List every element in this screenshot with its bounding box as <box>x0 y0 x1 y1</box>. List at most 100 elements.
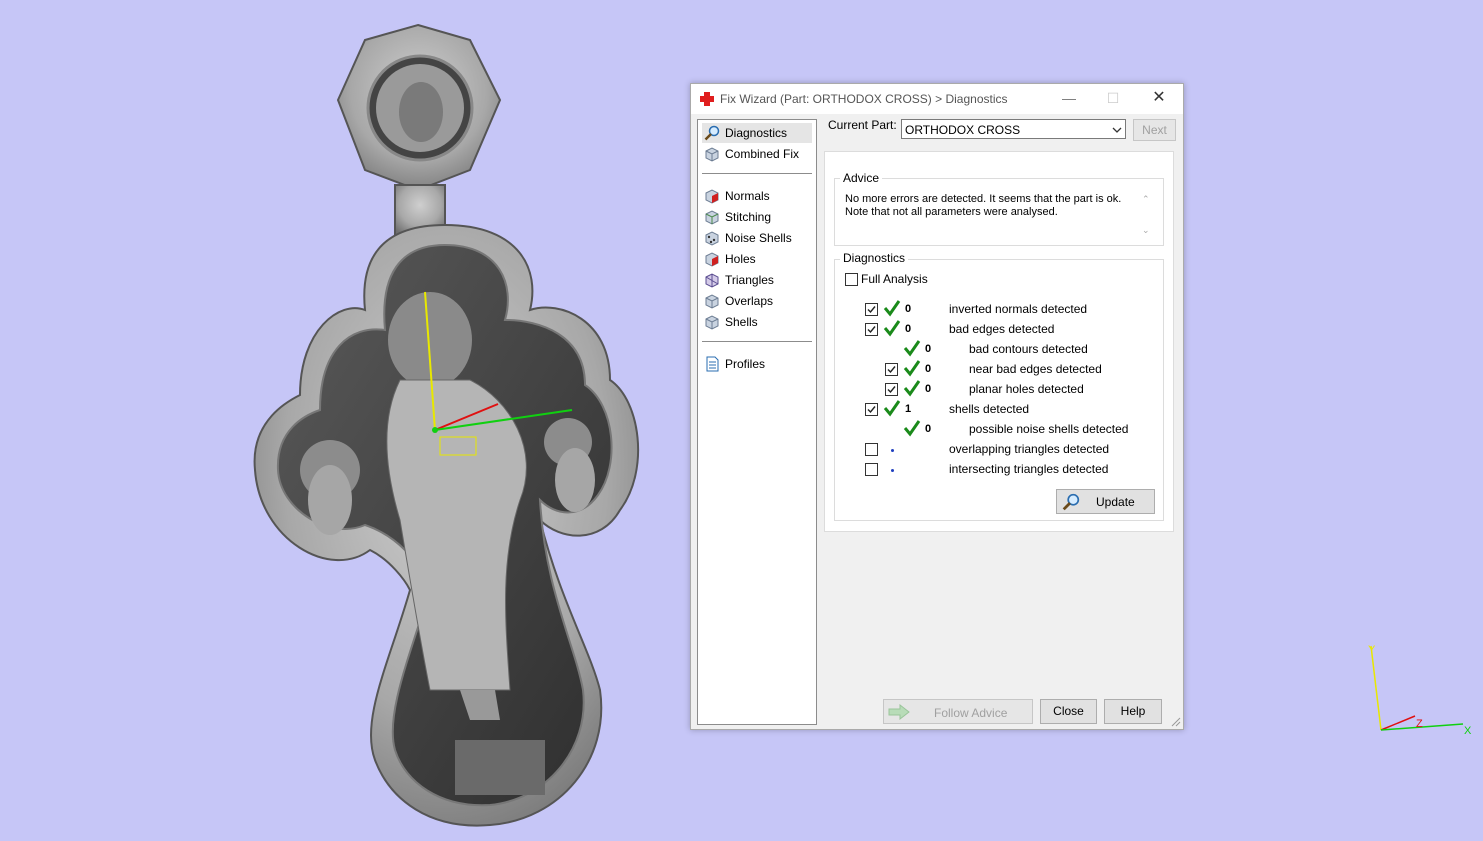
title-bar[interactable]: Fix Wizard (Part: ORTHODOX CROSS) > Diag… <box>691 84 1183 114</box>
nav-separator <box>702 173 812 174</box>
minimize-button[interactable]: — <box>1047 84 1091 114</box>
not-analysed-dot-icon <box>891 469 894 472</box>
shells-checkbox[interactable] <box>865 403 878 416</box>
planar-holes-label: planar holes detected <box>969 382 1084 396</box>
checkmark-icon <box>867 406 876 414</box>
green-check-icon <box>883 400 901 417</box>
bad-edges-checkbox[interactable] <box>865 323 878 336</box>
nav-item-overlaps[interactable]: Overlaps <box>702 291 812 311</box>
next-button[interactable]: Next <box>1133 119 1176 141</box>
near-bad-edges-label: near bad edges detected <box>969 362 1102 376</box>
advice-line-1: No more errors are detected. It seems th… <box>845 193 1122 205</box>
nav-item-profiles[interactable]: Profiles <box>702 354 812 374</box>
nav-label: Holes <box>725 252 756 266</box>
resize-grip-icon[interactable] <box>1171 717 1181 727</box>
shells-label: shells detected <box>949 402 1030 416</box>
noise-shells-icon <box>705 231 719 246</box>
checkmark-icon <box>867 326 876 334</box>
noise-shells-label: possible noise shells detected <box>969 422 1129 436</box>
green-check-icon <box>883 300 901 317</box>
close-button[interactable]: Close <box>1040 699 1097 724</box>
nav-label: Stitching <box>725 210 772 224</box>
diagnostics-group-title: Diagnostics <box>840 251 909 265</box>
noise-shells-count: 0 <box>925 423 932 435</box>
chevron-down-icon <box>1112 127 1122 133</box>
checkmark-icon <box>867 306 876 314</box>
full-analysis-label: Full Analysis <box>861 272 928 286</box>
bad-edges-label: bad edges detected <box>949 322 1055 336</box>
fix-wizard-dialog: Fix Wizard (Part: ORTHODOX CROSS) > Diag… <box>690 83 1184 730</box>
stitching-cube-icon <box>705 210 719 225</box>
axis-y-label: Y <box>1368 644 1376 656</box>
overlaps-cube-icon <box>705 294 719 309</box>
nav-item-shells[interactable]: Shells <box>702 312 812 332</box>
checkmark-icon <box>887 366 896 374</box>
nav-separator <box>702 341 812 342</box>
follow-advice-label: Follow Advice <box>934 706 1008 720</box>
nav-item-holes[interactable]: Holes <box>702 249 812 269</box>
green-check-icon <box>903 340 921 357</box>
update-button[interactable]: Update <box>1056 489 1155 514</box>
bad-contours-label: bad contours detected <box>969 342 1088 356</box>
near-bad-edges-checkbox[interactable] <box>885 363 898 376</box>
nav-item-diagnostics[interactable]: Diagnostics <box>702 123 812 143</box>
holes-cube-icon <box>705 252 719 267</box>
nav-item-stitching[interactable]: Stitching <box>702 207 812 227</box>
magnifier-icon <box>1062 493 1080 511</box>
nav-label: Combined Fix <box>725 147 800 161</box>
content-panel: Advice No more errors are detected. It s… <box>824 151 1174 532</box>
intersecting-triangles-label: intersecting triangles detected <box>949 462 1109 476</box>
nav-item-noise-shells[interactable]: Noise Shells <box>702 228 812 248</box>
axis-z-label: Z <box>1416 718 1423 730</box>
nav-item-normals[interactable]: Normals <box>702 186 812 206</box>
green-check-icon <box>903 380 921 397</box>
green-check-icon <box>903 420 921 437</box>
checkmark-icon <box>887 386 896 394</box>
current-part-select[interactable]: ORTHODOX CROSS <box>901 119 1126 139</box>
nav-label: Noise Shells <box>725 231 792 245</box>
planar-holes-count: 0 <box>925 383 932 395</box>
close-window-button[interactable]: ✕ <box>1137 84 1181 114</box>
scroll-up-arrow-icon[interactable]: ⌃ <box>1142 194 1152 204</box>
bad-contours-count: 0 <box>925 343 932 355</box>
normals-cube-icon <box>705 189 719 204</box>
bad-edges-count: 0 <box>905 323 912 335</box>
dialog-title: Fix Wizard (Part: ORTHODOX CROSS) > Diag… <box>720 92 1008 106</box>
advice-group-title: Advice <box>840 171 883 185</box>
inverted-normals-checkbox[interactable] <box>865 303 878 316</box>
inverted-normals-label: inverted normals detected <box>949 302 1088 316</box>
cube-icon <box>705 147 719 162</box>
overlapping-triangles-label: overlapping triangles detected <box>949 442 1110 456</box>
full-analysis-checkbox[interactable] <box>845 273 858 286</box>
near-bad-edges-count: 0 <box>925 363 932 375</box>
wizard-nav-panel: Diagnostics Combined Fix Normals Stitchi… <box>697 119 817 725</box>
maximize-button[interactable]: ☐ <box>1091 84 1135 114</box>
not-analysed-dot-icon <box>891 449 894 452</box>
axis-triad: Y Z X <box>1368 644 1472 737</box>
intersecting-triangles-checkbox[interactable] <box>865 463 878 476</box>
current-part-label: Current Part: <box>828 118 897 132</box>
green-check-icon <box>903 360 921 377</box>
overlapping-triangles-checkbox[interactable] <box>865 443 878 456</box>
nav-label: Normals <box>725 189 770 203</box>
update-label: Update <box>1096 495 1135 509</box>
nav-label: Overlaps <box>725 294 774 308</box>
shells-cube-icon <box>705 315 719 330</box>
arrow-right-icon <box>888 704 910 720</box>
nav-label: Triangles <box>725 273 774 287</box>
follow-advice-button[interactable]: Follow Advice <box>883 699 1033 724</box>
scroll-down-arrow-icon[interactable]: ⌄ <box>1142 225 1152 235</box>
shells-count: 1 <box>905 403 912 415</box>
nav-label: Profiles <box>725 357 766 371</box>
magnifier-icon <box>704 125 720 141</box>
advice-textbox[interactable]: No more errors are detected. It seems th… <box>838 191 1156 243</box>
help-button[interactable]: Help <box>1104 699 1162 724</box>
current-part-value: ORTHODOX CROSS <box>905 123 1021 137</box>
nav-item-combined-fix[interactable]: Combined Fix <box>702 144 812 164</box>
planar-holes-checkbox[interactable] <box>885 383 898 396</box>
advice-line-2: Note that not all parameters were analys… <box>845 206 1058 218</box>
inverted-normals-count: 0 <box>905 303 912 315</box>
nav-item-triangles[interactable]: Triangles <box>702 270 812 290</box>
nav-label: Diagnostics <box>725 126 788 140</box>
triangles-cube-icon <box>705 273 719 288</box>
